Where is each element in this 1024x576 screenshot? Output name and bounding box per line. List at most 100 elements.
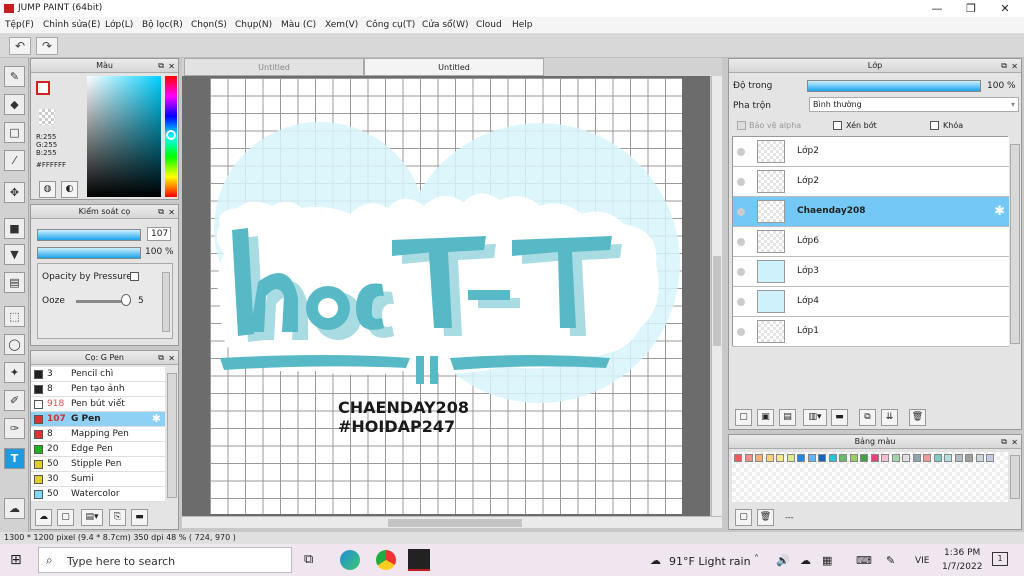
menu-file[interactable]: Tệp(F) bbox=[5, 20, 34, 30]
gear-icon[interactable]: ✱ bbox=[994, 204, 1005, 219]
layer-folder-icon[interactable]: ▬ bbox=[831, 409, 848, 426]
minimize-icon[interactable]: — bbox=[920, 0, 954, 17]
menu-help[interactable]: Help bbox=[512, 20, 533, 30]
clock-time[interactable]: 1:36 PM bbox=[944, 548, 980, 558]
lock-checkbox[interactable] bbox=[930, 121, 939, 130]
panel-close-icon[interactable]: ✕ bbox=[168, 60, 175, 73]
pen-icon[interactable]: ✎ bbox=[886, 554, 895, 567]
layer-list-scrollbar[interactable] bbox=[1010, 144, 1020, 344]
menu-color[interactable]: Màu (C) bbox=[281, 20, 316, 30]
palette-swatch[interactable] bbox=[839, 454, 847, 462]
canvas-horizontal-scrollbar[interactable] bbox=[182, 516, 722, 528]
text-tool-icon[interactable]: T bbox=[4, 448, 25, 469]
brush-settings-scrollbar[interactable] bbox=[162, 272, 170, 332]
new-layer-icon[interactable]: ▢ bbox=[735, 409, 752, 426]
cloud-icon[interactable]: ☁ bbox=[800, 554, 811, 567]
delete-layer-icon[interactable]: 🗑 bbox=[909, 409, 926, 426]
palette-swatch[interactable] bbox=[849, 454, 858, 462]
layer-row[interactable]: Lớp2 bbox=[733, 137, 1009, 167]
brush-opacity-bar[interactable] bbox=[37, 247, 141, 259]
select-eraser-tool-icon[interactable]: ✑ bbox=[4, 418, 25, 439]
brush-item-marker[interactable]: 918 Pen bút viết bbox=[31, 397, 165, 412]
chrome-browser-icon[interactable] bbox=[376, 550, 396, 570]
float-icon[interactable]: ⧉ bbox=[1001, 59, 1007, 72]
palette-swatch[interactable] bbox=[912, 454, 921, 462]
color-wheel-icon[interactable]: ◍ bbox=[39, 181, 56, 198]
palette-swatch[interactable] bbox=[870, 454, 879, 462]
palette-swatch[interactable] bbox=[902, 454, 910, 462]
delete-palette-icon[interactable]: 🗑 bbox=[757, 509, 774, 526]
new-layer-8bit-icon[interactable]: ▣ bbox=[757, 409, 774, 426]
menu-select[interactable]: Chọn(S) bbox=[191, 20, 227, 30]
input-language[interactable]: VIE bbox=[915, 556, 930, 566]
float-icon[interactable]: ⧉ bbox=[158, 205, 164, 218]
menu-cloud[interactable]: Cloud bbox=[476, 20, 502, 30]
brush-list-scrollbar[interactable] bbox=[167, 373, 177, 498]
palette-swatch[interactable] bbox=[776, 454, 784, 462]
volume-icon[interactable]: 🔊 bbox=[776, 554, 790, 567]
ooze-slider-handle[interactable] bbox=[121, 294, 131, 306]
layer-row[interactable]: Lớp4 bbox=[733, 287, 1009, 317]
brush-menu-icon[interactable]: ▤▾ bbox=[81, 509, 103, 526]
gear-icon[interactable]: ✱ bbox=[152, 412, 161, 426]
brush-item-stipple-pen[interactable]: 50 Stipple Pen bbox=[31, 457, 165, 472]
brush-item-gpen[interactable]: 107 G Pen ✱ bbox=[31, 412, 165, 427]
keyboard-icon[interactable]: ⌨ bbox=[856, 554, 872, 567]
palette-swatch[interactable] bbox=[744, 454, 753, 462]
jump-paint-taskbar-icon[interactable] bbox=[408, 549, 430, 571]
palette-swatch[interactable] bbox=[965, 454, 973, 462]
float-icon[interactable]: ⧉ bbox=[158, 59, 164, 72]
palette-swatch[interactable] bbox=[891, 454, 900, 462]
palette-swatch[interactable] bbox=[734, 454, 742, 462]
vertical-scroll-thumb[interactable] bbox=[713, 256, 721, 346]
merge-layer-icon[interactable]: ⇊ bbox=[881, 409, 898, 426]
brush-size-bar[interactable] bbox=[37, 229, 141, 241]
layer-row[interactable]: Lớp6 bbox=[733, 227, 1009, 257]
close-icon[interactable]: ✕ bbox=[988, 0, 1022, 17]
chevron-up-icon[interactable]: ˄ bbox=[754, 554, 759, 565]
palette-swatch[interactable] bbox=[954, 454, 963, 462]
brush-item-mapping-pen[interactable]: 8 Mapping Pen bbox=[31, 427, 165, 442]
saturation-value-picker[interactable] bbox=[87, 76, 161, 197]
duplicate-layer-icon[interactable]: ⧉ bbox=[859, 409, 876, 426]
rect-select-tool-icon[interactable]: □ bbox=[4, 122, 25, 143]
select-tool-icon[interactable]: ⬚ bbox=[4, 306, 25, 327]
move-tool-icon[interactable]: ✥ bbox=[4, 182, 25, 203]
eraser-tool-icon[interactable]: ◆ bbox=[4, 94, 25, 115]
layer-menu-icon[interactable]: ▥▾ bbox=[803, 409, 827, 426]
layer-row-selected[interactable]: Chaenday208 ✱ bbox=[733, 197, 1009, 227]
visibility-icon[interactable] bbox=[737, 148, 745, 156]
layer-row[interactable]: Lớp1 bbox=[733, 317, 1009, 347]
task-view-icon[interactable]: ⧉ bbox=[304, 552, 313, 567]
drawing-canvas[interactable]: CHAENDAY208 #HOIDAP247 bbox=[210, 78, 682, 514]
brush-item-watercolor[interactable]: 50 Watercolor bbox=[31, 487, 165, 502]
brush-folder-icon[interactable]: ▬ bbox=[131, 509, 148, 526]
panel-close-icon[interactable]: ✕ bbox=[168, 352, 175, 365]
visibility-icon[interactable] bbox=[737, 178, 745, 186]
brush-item-pen[interactable]: 8 Pen tạo ảnh bbox=[31, 382, 165, 397]
panel-close-icon[interactable]: ✕ bbox=[168, 206, 175, 219]
palette-swatch[interactable] bbox=[986, 454, 994, 462]
visibility-icon[interactable] bbox=[737, 238, 745, 246]
brush-tool-icon[interactable]: ✎ bbox=[4, 66, 25, 87]
notification-icon[interactable]: 1 bbox=[992, 552, 1008, 566]
menu-view[interactable]: Xem(V) bbox=[325, 20, 358, 30]
layer-opacity-bar[interactable] bbox=[807, 80, 981, 92]
visibility-icon[interactable] bbox=[737, 268, 745, 276]
palette-swatch[interactable] bbox=[860, 454, 868, 462]
new-brush-icon[interactable]: ▢ bbox=[57, 509, 74, 526]
palette-swatch[interactable] bbox=[975, 454, 984, 462]
edge-browser-icon[interactable] bbox=[340, 550, 360, 570]
layer-row[interactable]: Lớp3 bbox=[733, 257, 1009, 287]
new-layer-1bit-icon[interactable]: ▤ bbox=[779, 409, 796, 426]
select-pen-tool-icon[interactable]: ✐ bbox=[4, 390, 25, 411]
menu-tools[interactable]: Công cụ(T) bbox=[366, 20, 415, 30]
palette-swatch[interactable] bbox=[881, 454, 889, 462]
palette-swatch[interactable] bbox=[933, 454, 942, 462]
palette-swatch[interactable] bbox=[923, 454, 931, 462]
menu-capture[interactable]: Chụp(N) bbox=[235, 20, 272, 30]
menu-layer[interactable]: Lớp(L) bbox=[105, 20, 133, 30]
brush-item-sumi[interactable]: 30 Sumi bbox=[31, 472, 165, 487]
brush-item-edge-pen[interactable]: 20 Edge Pen bbox=[31, 442, 165, 457]
brush-copy-icon[interactable]: ⎘ bbox=[109, 509, 126, 526]
